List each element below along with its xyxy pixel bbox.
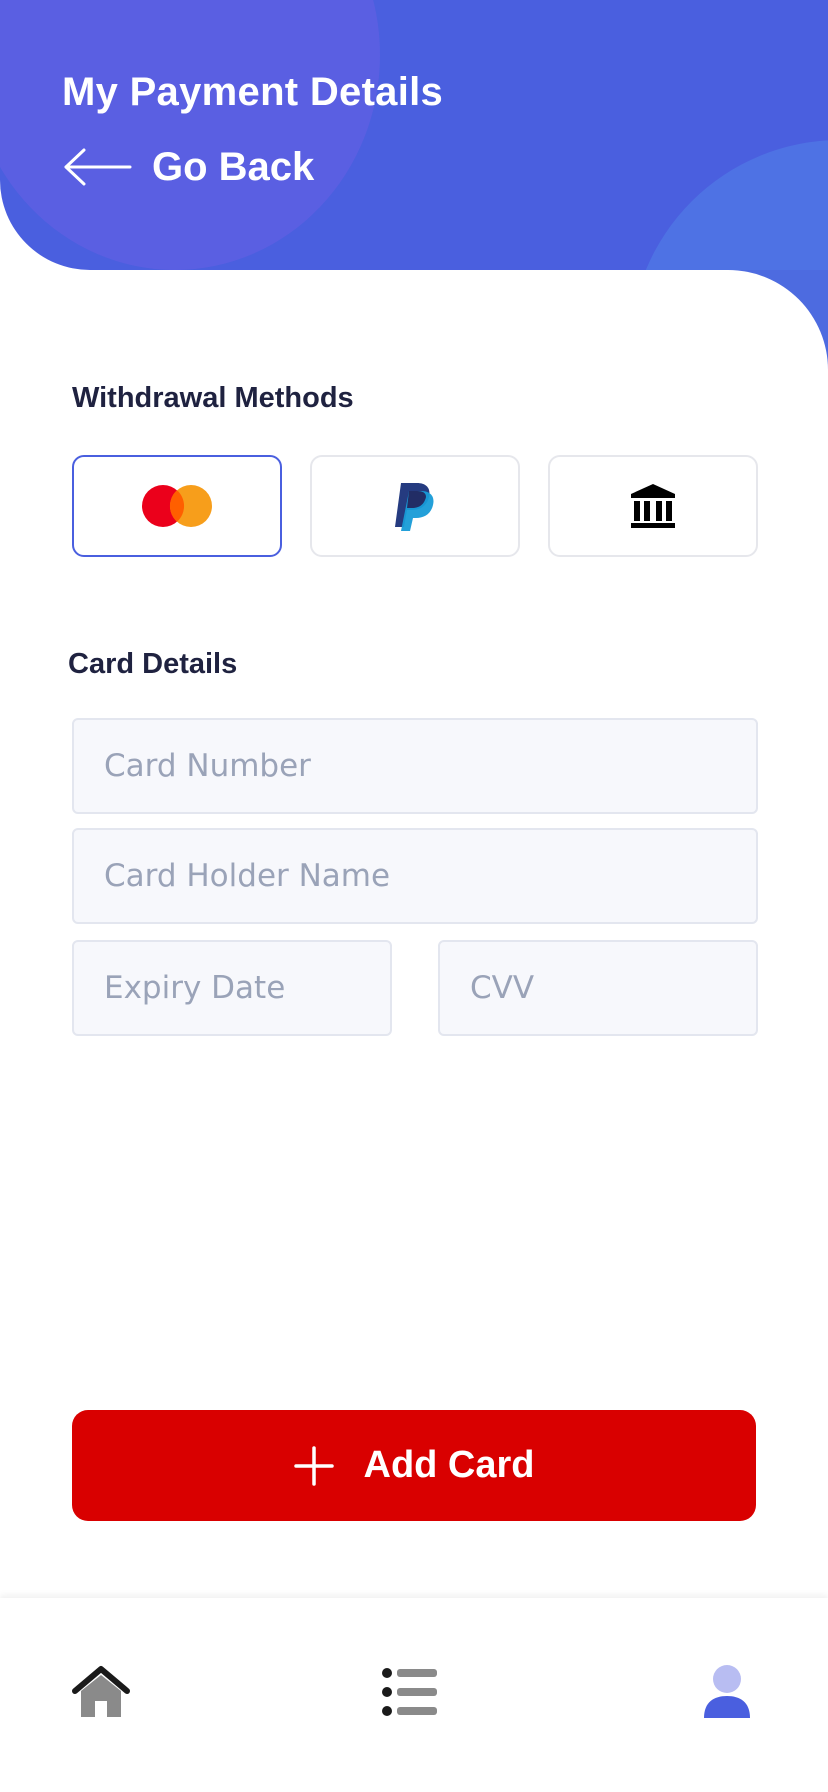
list-icon <box>382 1668 437 1716</box>
cvv-field[interactable] <box>438 940 758 1036</box>
header-decoration <box>630 140 828 270</box>
nav-list[interactable] <box>375 1662 445 1722</box>
card-number-input[interactable] <box>104 748 756 784</box>
plus-icon <box>293 1445 334 1486</box>
withdrawal-methods-title: Withdrawal Methods <box>72 382 354 414</box>
method-bank[interactable] <box>548 455 758 557</box>
expiry-date-input[interactable] <box>104 970 390 1006</box>
expiry-date-field[interactable] <box>72 940 392 1036</box>
arrow-left-icon <box>64 148 132 186</box>
header-decoration <box>0 0 380 270</box>
method-mastercard[interactable] <box>72 455 282 557</box>
add-card-button[interactable]: Add Card <box>72 1410 756 1521</box>
mastercard-icon <box>142 485 212 527</box>
method-paypal[interactable] <box>310 455 520 557</box>
paypal-icon <box>395 483 434 531</box>
header: My Payment Details Go Back <box>0 0 828 270</box>
nav-home[interactable] <box>66 1662 136 1722</box>
go-back-button[interactable]: Go Back <box>62 142 314 192</box>
home-icon <box>72 1666 130 1717</box>
go-back-label: Go Back <box>152 144 315 189</box>
nav-profile[interactable] <box>692 1662 762 1722</box>
bottom-navigation <box>0 1598 828 1792</box>
card-details-title: Card Details <box>68 648 238 680</box>
page-title: My Payment Details <box>62 70 444 114</box>
card-holder-field[interactable] <box>72 828 758 924</box>
cvv-input[interactable] <box>470 970 756 1006</box>
bank-icon <box>631 484 675 528</box>
card-number-field[interactable] <box>72 718 758 814</box>
add-card-label: Add Card <box>363 1444 535 1486</box>
profile-icon <box>704 1665 750 1718</box>
card-holder-input[interactable] <box>104 858 756 894</box>
